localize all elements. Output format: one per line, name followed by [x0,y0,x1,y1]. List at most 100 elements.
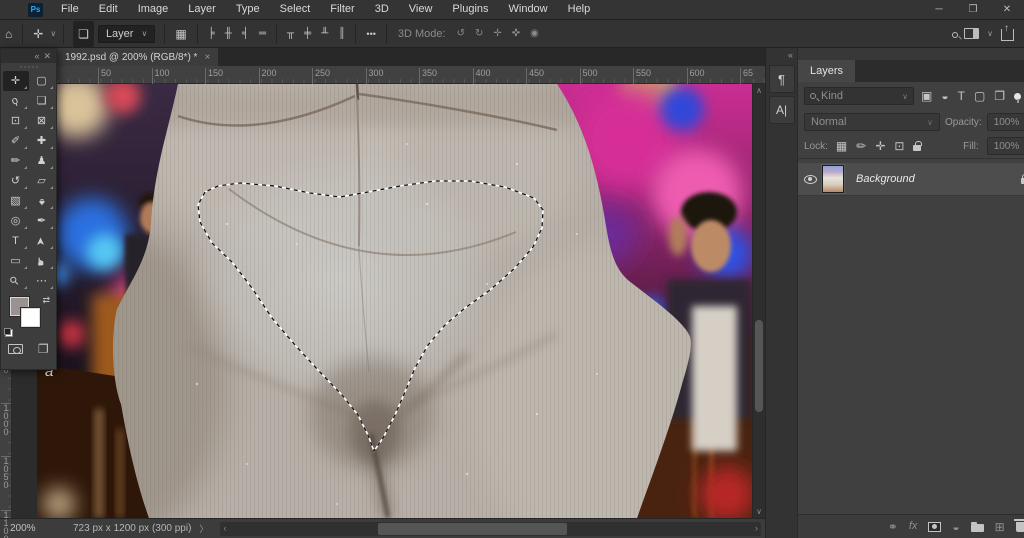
default-colors-icon[interactable] [4,328,13,337]
panel-menu-icon[interactable]: ≡ [1016,60,1024,82]
lock-artboard-icon[interactable]: ⊡ [894,140,904,152]
menu-filter[interactable]: Filter [320,0,364,19]
tools-panel-grip[interactable] [1,63,56,71]
menu-3d[interactable]: 3D [365,0,399,19]
auto-select-icon[interactable]: ❏ [73,20,94,47]
layer-visibility-toggle[interactable] [798,174,822,184]
tab-layers[interactable]: Layers [798,60,856,82]
distribute-h-icon[interactable]: ═ [254,21,271,47]
3d-pan-icon[interactable]: ✛ [488,21,506,47]
background-color-swatch[interactable] [20,307,41,328]
align-right-icon[interactable]: ╡ [237,21,254,47]
document-tab[interactable]: 1992.psd @ 200% (RGB/8*) * × [57,48,219,66]
tool-blur[interactable]: ♠ [29,191,55,211]
blend-mode-dropdown[interactable]: Normal ∨ [804,113,940,131]
filter-kind-dropdown[interactable]: Kind ∨ [804,87,914,105]
tool-dodge[interactable]: ◎ [3,211,29,231]
scroll-down-icon[interactable]: ∨ [753,507,765,516]
vertical-scroll-thumb[interactable] [755,320,763,412]
menu-file[interactable]: File [51,0,89,19]
expand-panels-icon[interactable]: « [784,48,797,62]
fill-field[interactable]: 100% ∨ [986,137,1024,155]
3d-camera-icon[interactable]: ◉ [525,21,544,47]
menu-plugins[interactable]: Plugins [442,0,498,19]
tool-rectangle[interactable]: ▭ [3,251,29,271]
3d-roll-icon[interactable]: ↻ [470,21,488,47]
close-tools-icon[interactable]: ✕ [43,51,51,62]
scroll-up-icon[interactable]: ∧ [753,86,765,95]
pasteboard[interactable]: a [12,84,752,518]
vertical-scrollbar[interactable]: ∧ ∨ [752,84,765,518]
layer-effects-icon[interactable]: fx [909,521,918,532]
tool-crop[interactable]: ⊡ [3,111,29,131]
tool-eraser[interactable]: ▱ [29,171,55,191]
horizontal-scroll-thumb[interactable] [378,522,568,535]
link-layers-icon[interactable]: ⚭ [888,521,898,533]
opacity-field[interactable]: 100% ∨ [986,113,1024,131]
add-layer-mask-icon[interactable] [928,521,942,532]
tool-type[interactable]: T [3,231,29,251]
chevron-down-icon[interactable]: ∨ [48,21,58,47]
layers-list-empty[interactable] [798,195,1024,514]
filter-type-layers-icon[interactable]: T [958,90,965,102]
tool-history-brush[interactable]: ↺ [3,171,29,191]
menu-window[interactable]: Window [499,0,558,19]
filter-pixel-layers-icon[interactable]: ▣ [921,90,932,102]
show-transform-controls-icon[interactable]: ▦ [170,21,191,47]
collapse-tools-icon[interactable]: « [34,51,39,61]
tool-object-selection[interactable]: ❏ [29,91,55,111]
tool-healing-brush[interactable]: ✚ [29,131,55,151]
menu-type[interactable]: Type [226,0,270,19]
tool-eyedropper[interactable]: ✐ [3,131,29,151]
new-group-icon[interactable] [970,522,984,532]
more-options-icon[interactable]: ••• [361,21,380,47]
tools-panel-header[interactable]: « ✕ [1,49,56,63]
restore-window-icon[interactable]: ❐ [956,0,990,19]
character-panel-button[interactable]: A| [768,96,795,124]
tool-more-tools[interactable]: ⋯ [29,271,55,291]
paragraph-panel-button[interactable]: ¶ [768,65,795,93]
new-adjustment-layer-icon[interactable]: ◒ [952,521,959,533]
tool-brush[interactable]: ✏ [3,151,29,171]
filter-shape-layers-icon[interactable]: ▢ [974,90,985,102]
align-middle-v-icon[interactable]: ╪ [299,21,316,47]
layer-name[interactable]: Background [856,173,915,185]
3d-orbit-icon[interactable]: ↺ [452,21,470,47]
menu-view[interactable]: View [399,0,443,19]
search-icon[interactable] [952,21,959,47]
filter-smart-objects-icon[interactable]: ❐ [994,90,1005,102]
tool-hand[interactable]: ☛ [29,251,55,271]
lock-transparency-icon[interactable]: ▦ [836,140,847,152]
collapse-dock-icon[interactable]: » [798,48,1024,60]
tool-lasso[interactable]: ϙ [3,91,29,111]
layer-row-background[interactable]: Background [798,163,1024,195]
distribute-v-icon[interactable]: ║ [333,21,350,47]
tool-move[interactable]: ✛ [2,71,29,91]
close-window-icon[interactable]: ✕ [990,0,1024,19]
horizontal-ruler[interactable]: 50 100 150 200 250 300 350 400 450 500 550 600 65 [0,66,765,84]
align-top-icon[interactable]: ╥ [282,21,299,47]
lock-position-icon[interactable]: ✛ [875,140,885,152]
lock-all-icon[interactable] [913,141,922,151]
tool-clone-stamp[interactable]: ♟ [29,151,55,171]
delete-layer-icon[interactable] [1014,519,1024,532]
menu-layer[interactable]: Layer [178,0,226,19]
canvas-image[interactable]: a [37,84,752,518]
menu-help[interactable]: Help [558,0,601,19]
new-layer-icon[interactable]: ⊞ [995,521,1005,533]
layer-thumbnail[interactable] [821,164,845,194]
align-left-icon[interactable]: ╞ [203,21,220,47]
home-icon[interactable]: ⌂ [0,21,17,47]
filter-toggle-icon[interactable] [1014,92,1022,103]
menu-image[interactable]: Image [128,0,179,19]
tool-marquee[interactable]: ▢ [29,71,55,91]
scroll-right-icon[interactable]: › [755,523,758,533]
tool-gradient[interactable]: ▧ [3,191,29,211]
tool-frame[interactable]: ⊠ [29,111,55,131]
chevron-down-icon[interactable]: ∨ [985,21,995,47]
menu-edit[interactable]: Edit [89,0,128,19]
quick-mask-button[interactable] [8,344,24,354]
filter-adjustment-layers-icon[interactable]: ◒ [941,90,948,102]
tool-path-select[interactable]: ➤ [29,231,55,251]
scroll-left-icon[interactable]: ‹ [223,523,226,533]
